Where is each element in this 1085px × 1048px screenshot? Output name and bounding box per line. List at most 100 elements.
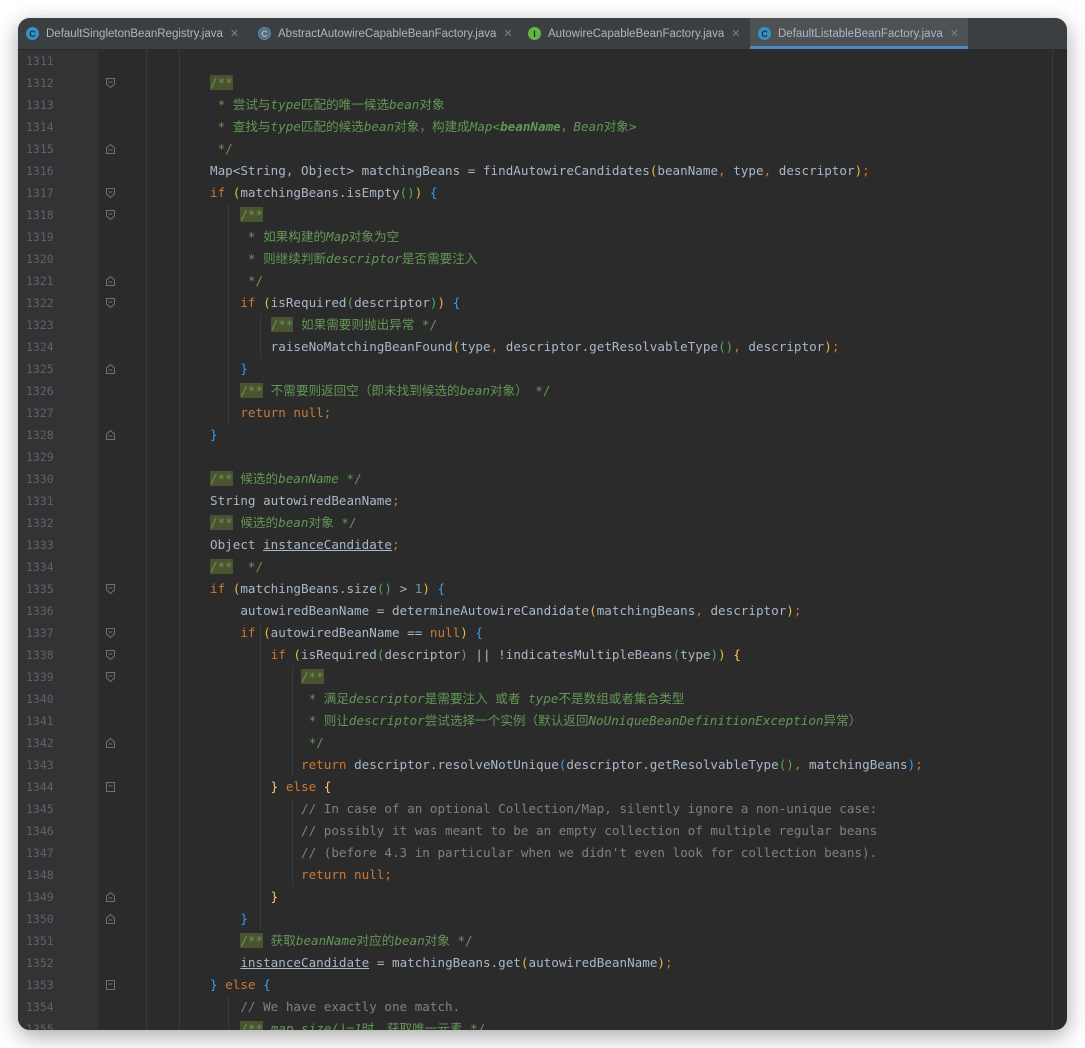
code-token: /** [240, 933, 264, 948]
code-editor[interactable]: /** * 尝试与type匹配的唯一候选bean对象 * 查找与type匹配的候… [18, 50, 1067, 1030]
code-token: autowiredBeanName == [270, 625, 430, 640]
code-token: { [422, 185, 438, 200]
code-token: } [210, 911, 248, 926]
tab-label: AbstractAutowireCapableBeanFactory.java [278, 27, 497, 40]
code-line: * 则让descriptor尝试选择一个实例（默认返回NoUniqueBeanD… [210, 710, 862, 732]
code-token: ) [786, 603, 794, 618]
code-line: /** [210, 666, 324, 688]
close-icon[interactable]: ✕ [503, 27, 512, 40]
code-token: * 查找与 [210, 119, 271, 134]
code-line: } [210, 424, 218, 446]
code-token: /** [210, 75, 233, 90]
code-line: // possibly it was meant to be an empty … [210, 820, 877, 842]
code-token: 候选的 [232, 515, 279, 530]
tab-default-singleton-bean-registry[interactable]: C DefaultSingletonBeanRegistry.java ✕ [18, 18, 250, 49]
code-line: } else { [210, 974, 271, 996]
indent-guide [146, 50, 147, 1030]
code-line: instanceCandidate = matchingBeans.get(au… [210, 952, 672, 974]
code-line: * 查找与type匹配的候选bean对象，构建成Map<beanName，Bea… [210, 116, 637, 138]
code-token: beanName [500, 119, 561, 134]
tab-abstract-autowire-capable-bean-factory[interactable]: C AbstractAutowireCapableBeanFactory.jav… [250, 18, 520, 49]
code-token: type [680, 647, 711, 662]
code-line: /** 不需要则返回空（即未找到候选的bean对象） */ [210, 380, 550, 402]
code-token: descriptor.resolveNotUnique [354, 757, 559, 772]
code-token: null [429, 625, 461, 640]
code-token: // (before 4.3 in particular when we did… [210, 845, 878, 860]
code-token: ( [293, 647, 301, 662]
code-token: matchingBeans.size [240, 581, 377, 596]
code-token: , [733, 339, 749, 354]
code-token: ) [657, 955, 665, 970]
code-token: { [429, 581, 446, 596]
code-token: = matchingBeans.get [369, 955, 521, 970]
code-token: /** [270, 317, 294, 332]
code-token: 不是数组或者集合类型 [558, 691, 685, 706]
code-token: */ [338, 471, 362, 486]
code-line: /** [210, 204, 264, 226]
code-token: else [278, 779, 324, 794]
code-token: */ [210, 141, 233, 156]
code-token: , [718, 163, 734, 178]
code-token: /** [301, 669, 324, 684]
code-token: 对象 [419, 97, 445, 112]
code-token: 时，获取唯一元素 */ [361, 1021, 486, 1030]
indent-guide [179, 50, 180, 1030]
code-token: /** [240, 383, 264, 398]
code-token: instanceCandidate [240, 955, 370, 970]
code-token: ( [263, 295, 271, 310]
code-token: beanName [657, 163, 719, 178]
code-token: 是需要注入 或者 [424, 691, 529, 706]
code-token: () [778, 757, 794, 772]
code-token: ) [824, 339, 832, 354]
code-token: ) [718, 647, 726, 662]
tab-autowire-capable-bean-factory[interactable]: I AutowireCapableBeanFactory.java ✕ [520, 18, 750, 49]
code-token: () [399, 185, 415, 200]
code-token: Bean [573, 119, 604, 134]
code-token: } [210, 361, 248, 376]
code-line: autowiredBeanName = determineAutowireCan… [210, 600, 801, 622]
code-token: // possibly it was meant to be an empty … [210, 823, 878, 838]
code-token: */ [210, 735, 324, 750]
code-token: /** [240, 207, 264, 222]
code-line: if (isRequired(descriptor)) { [210, 292, 460, 314]
close-icon[interactable]: ✕ [731, 27, 740, 40]
close-icon[interactable]: ✕ [230, 27, 239, 40]
code-token: descriptor [348, 713, 425, 728]
code-token: Map [326, 229, 349, 244]
code-token: 对象> [603, 119, 637, 134]
code-token: 获取 [263, 933, 296, 948]
code-token: /** [210, 515, 233, 530]
close-icon[interactable]: ✕ [950, 27, 959, 40]
code-token: < [492, 119, 501, 134]
code-token: ; [391, 493, 400, 508]
code-token: ; [793, 603, 802, 618]
code-line: /** [210, 72, 233, 94]
tab-default-listable-bean-factory[interactable]: C DefaultListableBeanFactory.java ✕ [750, 18, 968, 49]
code-token: } [210, 889, 279, 904]
code-token: } [210, 779, 279, 794]
ide-editor-window: C DefaultSingletonBeanRegistry.java ✕ C … [18, 18, 1067, 1030]
code-token: ) [429, 295, 438, 310]
code-line: return descriptor.resolveNotUnique(descr… [210, 754, 923, 776]
code-line: */ [210, 732, 324, 754]
code-token: descriptor [778, 163, 855, 178]
code-token: ; [862, 163, 870, 178]
code-token: ) [422, 581, 430, 596]
code-token: ; [384, 867, 392, 882]
code-token: 对象） */ [489, 383, 551, 398]
code-token: 对象 */ [424, 933, 473, 948]
code-token: type [528, 691, 559, 706]
code-token: beanName [278, 471, 339, 486]
code-token: ( [589, 603, 597, 618]
code-token: 不需要则返回空（即未找到候选的 [263, 383, 460, 398]
code-token: bean [394, 933, 425, 948]
code-token: return null [210, 405, 324, 420]
abstract-class-icon: C [258, 27, 271, 40]
code-token: Object [210, 537, 264, 552]
code-token: return null [210, 867, 385, 882]
